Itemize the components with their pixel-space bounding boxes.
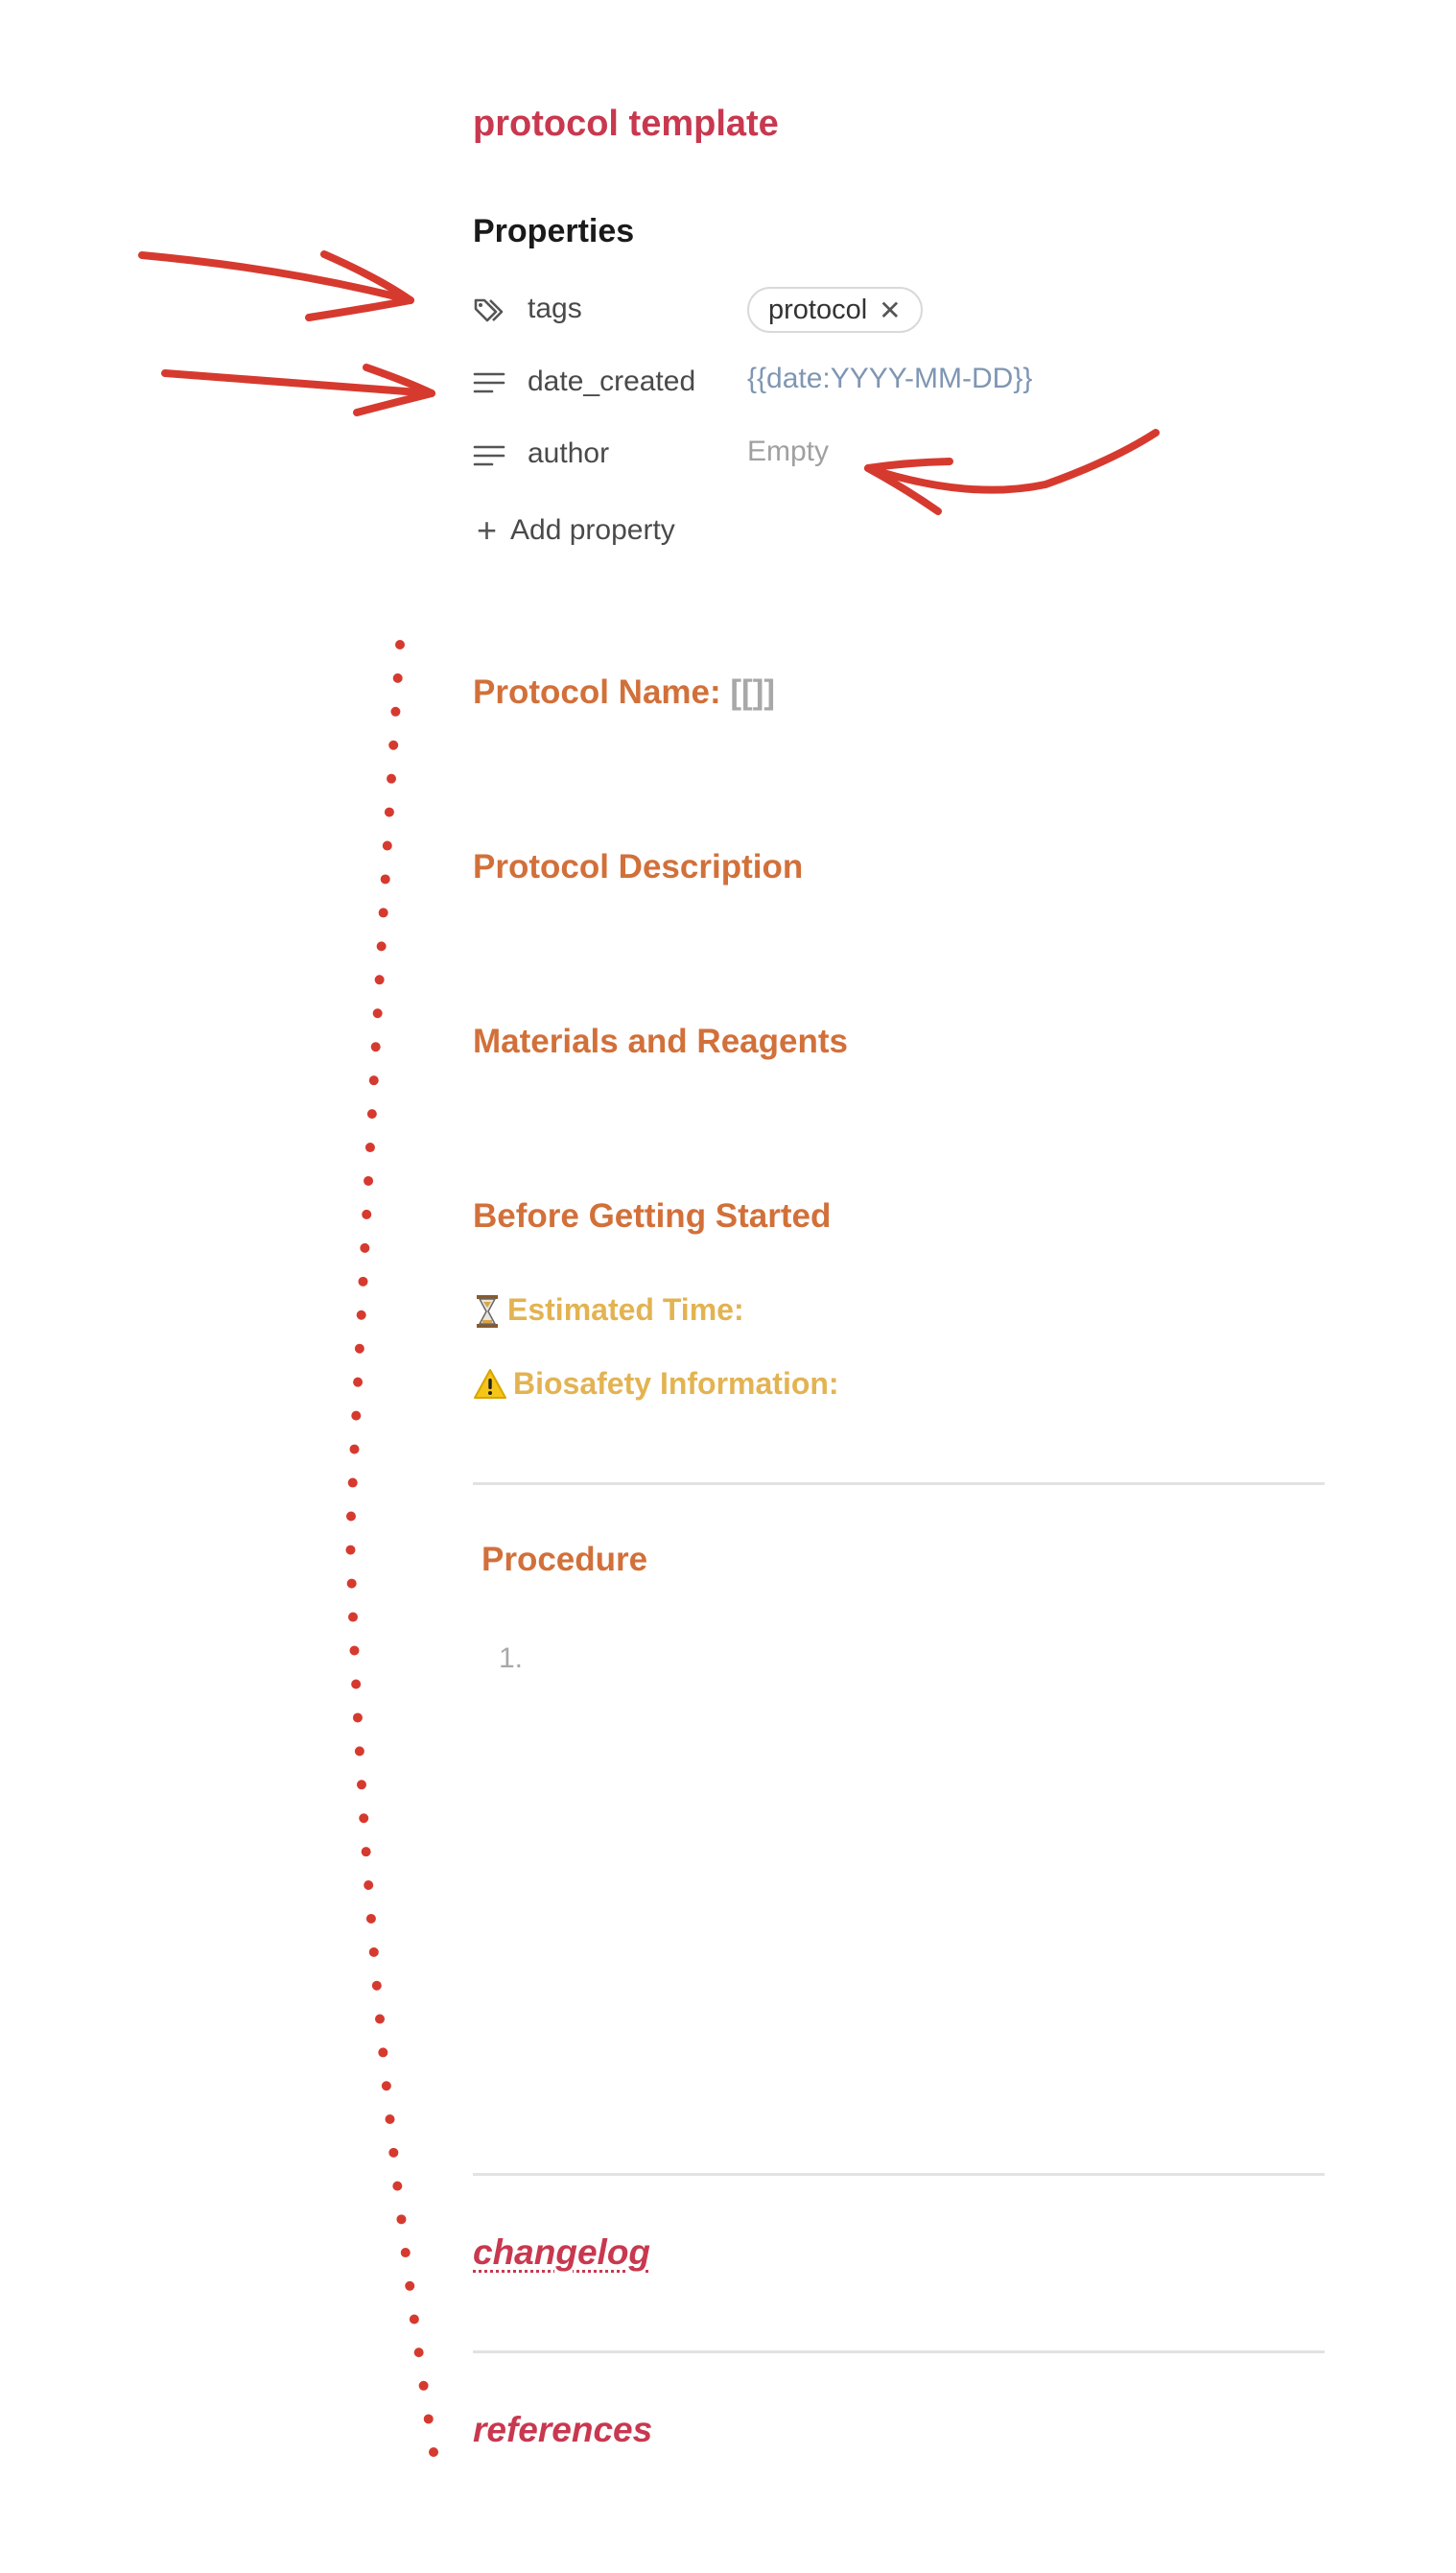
dotted-line-annotation <box>344 640 441 2475</box>
annotation-overlay <box>138 250 1160 2475</box>
